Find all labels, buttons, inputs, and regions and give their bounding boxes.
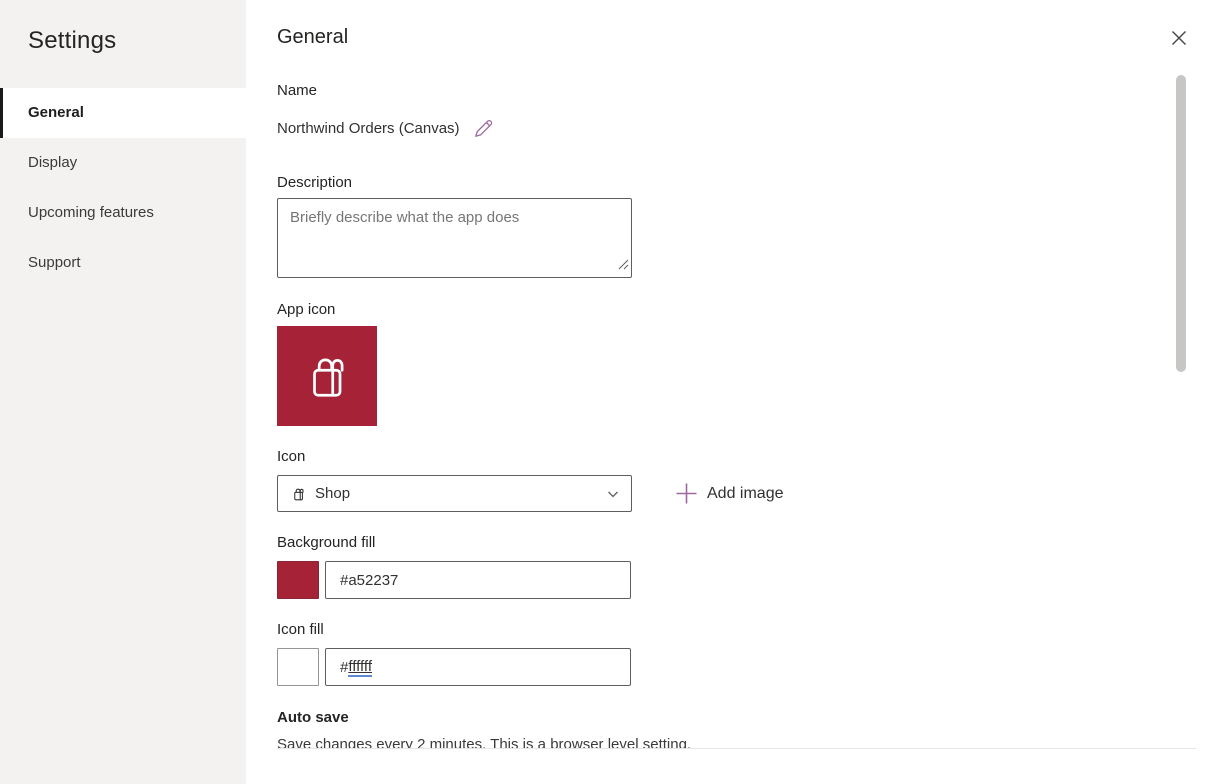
divider (277, 748, 1196, 749)
icon-fill-row: #ffffff (277, 648, 631, 686)
sidebar-item-general[interactable]: General (0, 88, 246, 138)
background-fill-row (277, 561, 631, 599)
name-row: Northwind Orders (Canvas) (277, 117, 493, 139)
app-icon-preview (277, 326, 377, 426)
app-icon-label: App icon (277, 301, 335, 318)
description-label: Description (277, 174, 352, 191)
sidebar-item-support[interactable]: Support (0, 238, 246, 288)
add-image-button[interactable]: Add image (675, 482, 784, 505)
chevron-down-icon (605, 486, 621, 502)
edit-name-button[interactable] (473, 117, 493, 139)
sidebar-title: Settings (28, 27, 116, 55)
close-icon (1169, 28, 1189, 48)
icon-label: Icon (277, 448, 305, 465)
description-box (277, 198, 632, 278)
icon-fill-swatch[interactable] (277, 648, 319, 686)
sidebar-item-display[interactable]: Display (0, 138, 246, 188)
app-name-value: Northwind Orders (Canvas) (277, 120, 460, 137)
icon-fill-hash: # (340, 659, 348, 676)
description-input[interactable] (277, 198, 632, 278)
background-fill-label: Background fill (277, 534, 375, 551)
icon-dropdown-value: Shop (315, 485, 605, 502)
shop-glyph-icon (291, 486, 306, 502)
plus-icon (675, 482, 698, 505)
add-image-label: Add image (707, 485, 784, 503)
sidebar-item-upcoming-features[interactable]: Upcoming features (0, 188, 246, 238)
settings-nav: General Display Upcoming features Suppor… (0, 88, 246, 288)
icon-fill-input[interactable]: #ffffff (325, 648, 631, 686)
icon-row: Shop Add image (277, 475, 784, 512)
scrollbar-thumb[interactable] (1176, 75, 1186, 372)
shopping-bag-icon (302, 351, 352, 401)
page-title: General (277, 26, 348, 49)
auto-save-description: Save changes every 2 minutes. This is a … (277, 735, 997, 748)
background-fill-swatch[interactable] (277, 561, 319, 599)
name-label: Name (277, 82, 317, 99)
settings-sidebar: Settings General Display Upcoming featur… (0, 0, 246, 784)
icon-fill-hex: ffffff (348, 658, 372, 677)
auto-save-label: Auto save (277, 709, 349, 726)
background-fill-input[interactable] (325, 561, 631, 599)
icon-fill-label: Icon fill (277, 621, 324, 638)
icon-dropdown[interactable]: Shop (277, 475, 632, 512)
pencil-icon (473, 117, 493, 139)
general-settings-panel: General Name Northwind Orders (Canvas) D… (246, 0, 1214, 784)
close-button[interactable] (1165, 24, 1193, 52)
